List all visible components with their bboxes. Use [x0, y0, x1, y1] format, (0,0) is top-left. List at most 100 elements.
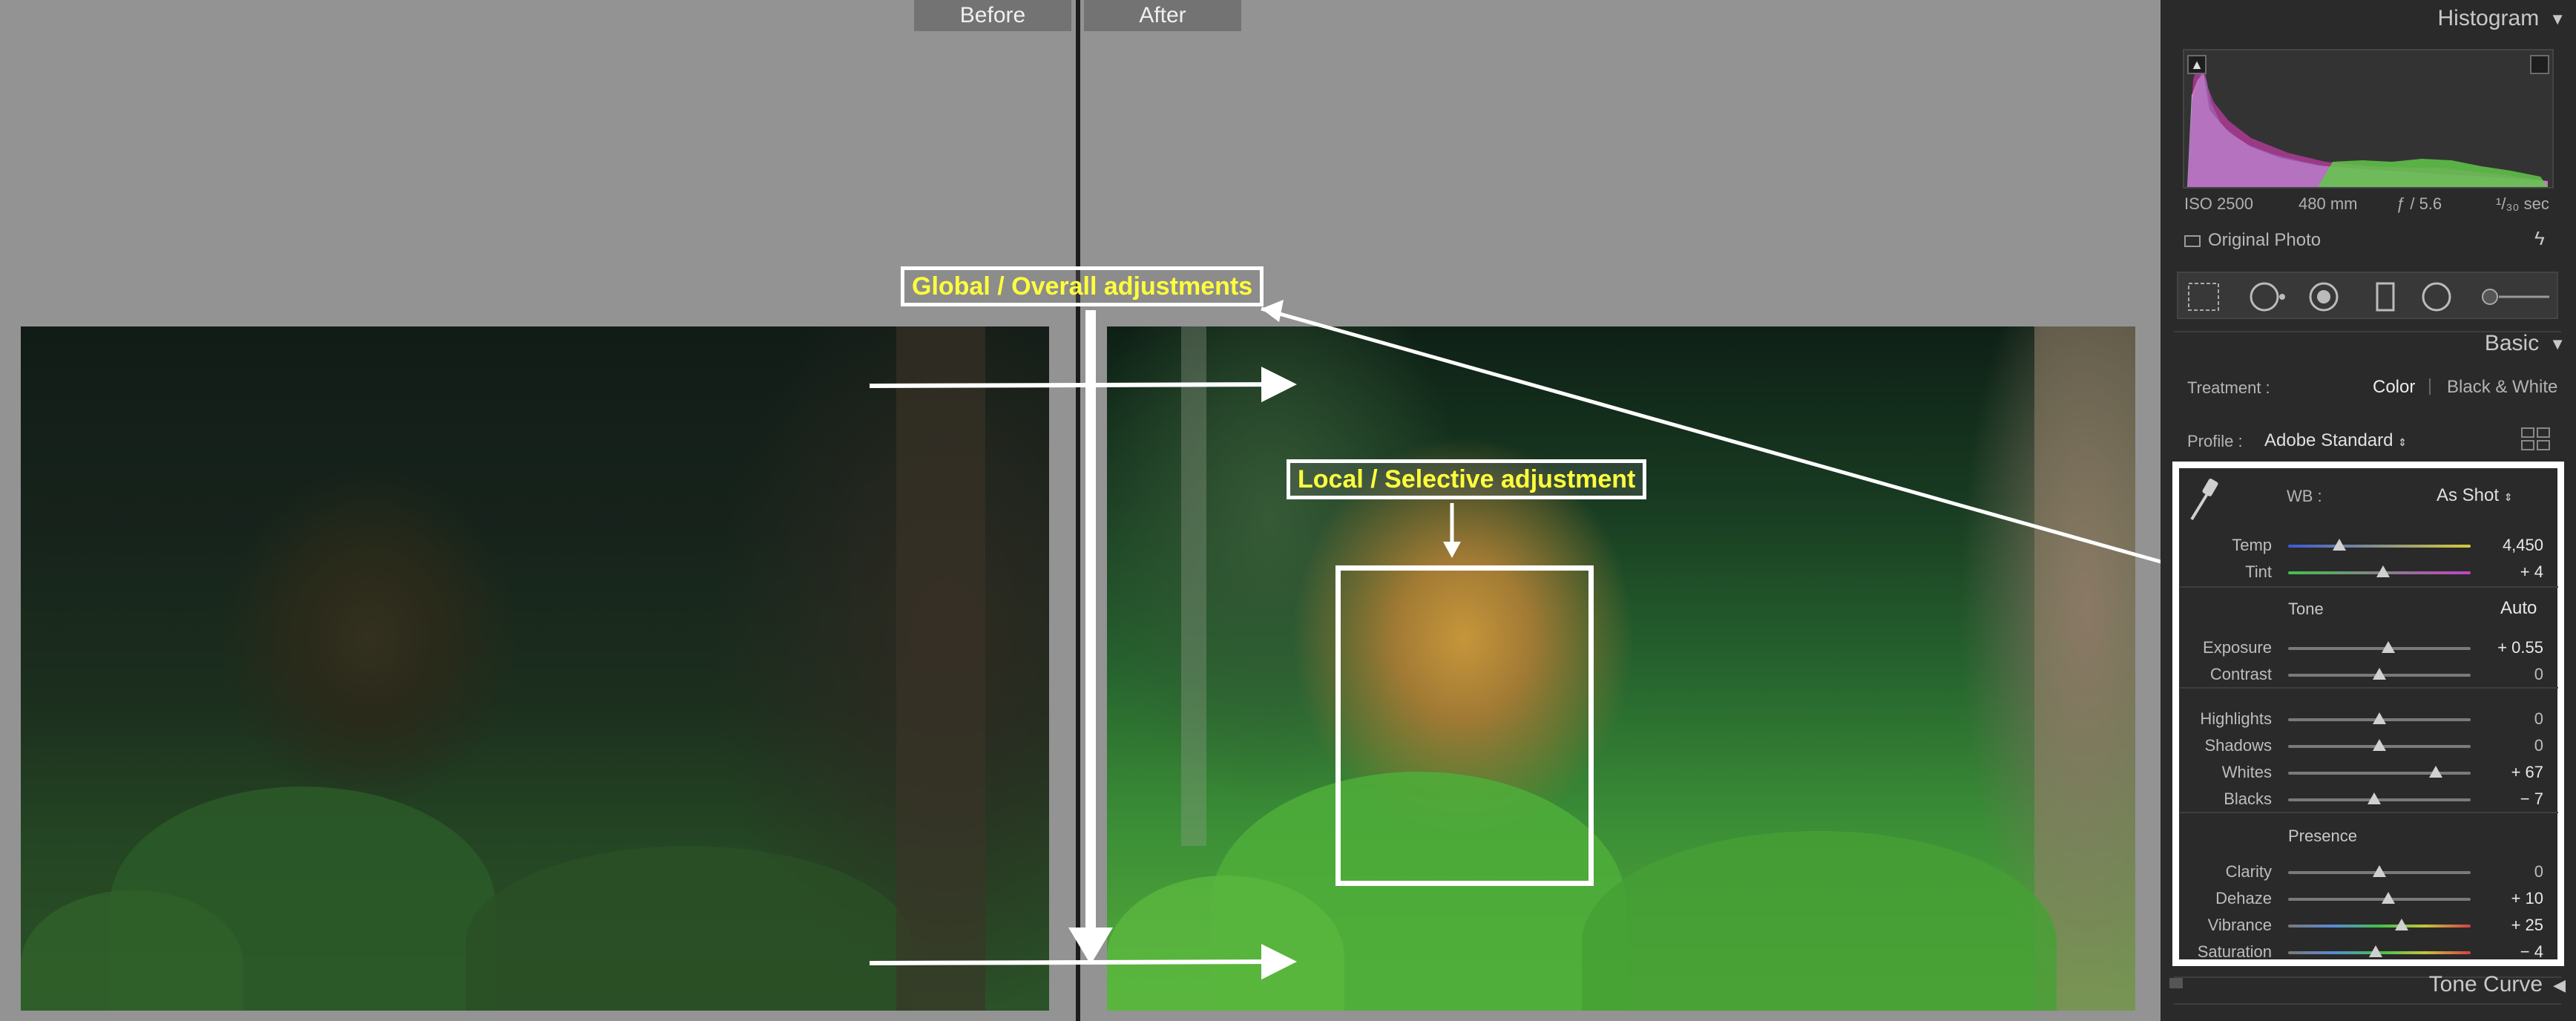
exposure-value[interactable]: + 0.55 — [2480, 638, 2543, 657]
blacks-thumb[interactable] — [2367, 792, 2381, 804]
exif-aperture: ƒ / 5.6 — [2396, 194, 2442, 213]
tint-slider-row[interactable]: Tint + 4 — [2161, 562, 2576, 585]
wb-label: WB : — [2287, 487, 2322, 505]
vibrance-label: Vibrance — [2207, 916, 2272, 934]
auto-button[interactable]: Auto — [2500, 598, 2537, 619]
arrow-down-global-head — [1068, 928, 1113, 965]
radial-filter-icon — [2422, 282, 2451, 312]
contrast-value[interactable]: 0 — [2480, 665, 2543, 684]
histogram-title: Histogram — [2437, 6, 2540, 30]
triangle-down-icon: ▼ — [2549, 335, 2566, 354]
arrow-bottom — [869, 944, 1297, 980]
whites-label: Whites — [2221, 763, 2272, 781]
treatment-bw-option[interactable]: Black & White — [2447, 377, 2557, 398]
presence-label: Presence — [2288, 827, 2357, 845]
highlights-value[interactable]: 0 — [2480, 709, 2543, 729]
arrow-from-panel — [1261, 306, 2161, 564]
whites-value[interactable]: + 67 — [2480, 763, 2543, 782]
whites-track[interactable] — [2288, 772, 2471, 775]
saturation-label: Saturation — [2197, 942, 2272, 961]
exif-iso: ISO 2500 — [2184, 194, 2253, 213]
dehaze-thumb[interactable] — [2382, 892, 2396, 904]
clarity-thumb[interactable] — [2373, 865, 2386, 877]
whites-thumb[interactable] — [2429, 766, 2443, 778]
saturation-value[interactable]: − 4 — [2480, 942, 2543, 962]
highlights-label: Highlights — [2200, 709, 2272, 728]
tone-curve-title: Tone Curve — [2428, 972, 2543, 997]
spot-removal-icon — [2250, 282, 2279, 312]
tint-value[interactable]: + 4 — [2480, 562, 2543, 582]
contrast-label: Contrast — [2209, 665, 2272, 683]
exposure-track[interactable] — [2288, 647, 2471, 650]
vibrance-slider-row[interactable]: Vibrance + 25 — [2161, 916, 2576, 938]
vibrance-value[interactable]: + 25 — [2480, 916, 2543, 935]
temp-value[interactable]: 4,450 — [2480, 536, 2543, 555]
compare-view: Before After Global / Overall adjustment… — [0, 0, 2161, 1021]
contrast-slider-row[interactable]: Contrast 0 — [2161, 665, 2576, 687]
updown-icon: ⇕ — [2398, 436, 2407, 448]
blacks-value[interactable]: − 7 — [2480, 789, 2543, 809]
vibrance-thumb[interactable] — [2394, 919, 2408, 930]
triangle-left-icon: ◀ — [2553, 976, 2566, 995]
saturation-slider-row[interactable]: Saturation − 4 — [2161, 942, 2576, 965]
clarity-slider-row[interactable]: Clarity 0 — [2161, 862, 2576, 884]
saturation-thumb[interactable] — [2369, 945, 2383, 957]
treatment-color-option[interactable]: Color — [2373, 377, 2415, 398]
clarity-value[interactable]: 0 — [2480, 862, 2543, 882]
tone-curve-header[interactable]: Tone Curve ◀ — [2161, 972, 2576, 997]
annotation-arrows — [869, 300, 2161, 980]
shadows-value[interactable]: 0 — [2480, 736, 2543, 755]
tint-thumb[interactable] — [2376, 565, 2390, 577]
temp-thumb[interactable] — [2332, 539, 2346, 551]
brush-icon — [2482, 289, 2498, 305]
grid-icon[interactable] — [2521, 427, 2551, 455]
checkbox-icon — [2184, 234, 2201, 247]
exposure-label: Exposure — [2203, 638, 2272, 657]
treatment-divider — [2429, 378, 2431, 395]
blacks-label: Blacks — [2224, 789, 2272, 808]
temp-label: Temp — [2232, 536, 2272, 554]
dehaze-label: Dehaze — [2215, 889, 2272, 907]
vibrance-track[interactable] — [2288, 925, 2471, 928]
arrow-top — [869, 367, 1297, 403]
graduated-filter-icon — [2376, 282, 2395, 312]
dehaze-slider-row[interactable]: Dehaze + 10 — [2161, 889, 2576, 911]
original-photo-toggle[interactable]: Original Photo — [2184, 230, 2321, 251]
histogram-header[interactable]: Histogram ▼ — [2161, 6, 2576, 31]
flash-icon: ϟ — [2534, 227, 2545, 249]
treatment-label: Treatment : — [2187, 378, 2270, 397]
highlight-clipping-icon[interactable] — [2530, 55, 2549, 74]
triangle-down-icon: ▼ — [2549, 10, 2566, 29]
basic-header[interactable]: Basic ▼ — [2161, 331, 2576, 356]
shadow-clipping-icon[interactable]: ▲ — [2187, 55, 2207, 74]
arrow-down-local-head — [1443, 542, 1461, 558]
exif-focal: 480 mm — [2299, 194, 2358, 213]
tool-strip — [2177, 272, 2558, 319]
shadows-thumb[interactable] — [2373, 739, 2386, 751]
dehaze-value[interactable]: + 10 — [2480, 889, 2543, 908]
original-photo-label: Original Photo — [2208, 230, 2322, 250]
exposure-thumb[interactable] — [2382, 641, 2396, 653]
histogram[interactable]: ▲ — [2183, 49, 2554, 188]
profile-select[interactable]: Adobe Standard ⇕ — [2264, 430, 2407, 451]
whites-slider-row[interactable]: Whites + 67 — [2161, 763, 2576, 785]
wb-select[interactable]: As Shot ⇕ — [2437, 485, 2512, 506]
shadows-slider-row[interactable]: Shadows 0 — [2161, 736, 2576, 758]
temp-track[interactable] — [2288, 545, 2471, 548]
tone-label: Tone — [2288, 600, 2324, 618]
dehaze-track[interactable] — [2288, 898, 2471, 901]
tint-label: Tint — [2245, 562, 2272, 581]
develop-panel: Histogram ▼ ▲ ISO 2500 480 mm ƒ / 5.6 ¹/₃… — [2161, 0, 2576, 1021]
highlights-thumb[interactable] — [2373, 712, 2386, 724]
profile-label: Profile : — [2187, 432, 2243, 450]
shadows-label: Shadows — [2204, 736, 2272, 755]
blacks-slider-row[interactable]: Blacks − 7 — [2161, 789, 2576, 812]
temp-slider-row[interactable]: Temp 4,450 — [2161, 536, 2576, 558]
eyedropper-icon[interactable] — [2186, 475, 2218, 526]
updown-icon: ⇕ — [2503, 491, 2513, 503]
highlights-slider-row[interactable]: Highlights 0 — [2161, 709, 2576, 732]
contrast-thumb[interactable] — [2373, 668, 2386, 680]
exposure-slider-row[interactable]: Exposure + 0.55 — [2161, 638, 2576, 660]
arrow-from-panel-head — [1261, 300, 1284, 322]
clarity-label: Clarity — [2225, 862, 2272, 881]
